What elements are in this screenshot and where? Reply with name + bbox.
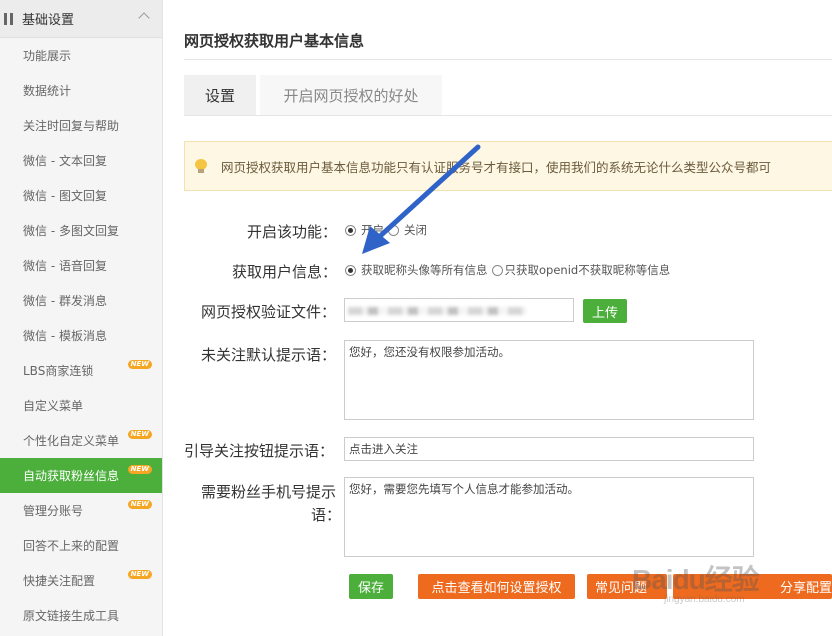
sidebar-section-title: 基础设置 (22, 13, 75, 28)
upload-button[interactable]: 上传 (583, 299, 627, 323)
sidebar-item-label: LBS商家连锁 (23, 364, 94, 378)
page-title: 网页授权获取用户基本信息 (184, 32, 365, 50)
verify-file-label: 网页授权验证文件： (201, 303, 337, 321)
new-badge: NEW (127, 465, 152, 474)
sidebar-item[interactable]: 快捷关注配置 NEW (0, 563, 162, 598)
chevron-up-icon[interactable] (138, 12, 150, 24)
fetch-openid-label: 只获取openid不获取昵称等信息 (504, 263, 671, 277)
sidebar-item[interactable]: 微信 - 图文回复 (0, 178, 162, 213)
enable-off-radio[interactable] (388, 224, 399, 236)
sidebar-item[interactable]: 管理分账号 NEW (0, 493, 162, 528)
fetch-all-label: 获取昵称头像等所有信息 (361, 263, 488, 277)
enable-label: 开启该功能： (247, 223, 338, 241)
watermark-logo: Baidu经验 (632, 564, 760, 595)
sidebar-item[interactable]: 原文链接生成工具 (0, 598, 162, 633)
sidebar-item[interactable]: LBS商家连锁 NEW (0, 353, 162, 388)
sidebar-item-label: 自定义菜单 (23, 399, 84, 413)
unfollow-prompt-label: 未关注默认提示语： (201, 346, 337, 364)
phone-prompt-label-line1: 需要粉丝手机号提示 (201, 483, 337, 501)
sidebar-item-label: 微信 - 语音回复 (23, 259, 107, 273)
lightbulb-icon (195, 158, 207, 174)
settings-icon (2, 12, 16, 26)
new-badge: NEW (127, 360, 152, 369)
new-badge: NEW (127, 430, 152, 439)
sidebar-item-label: 个性化自定义菜单 (23, 434, 120, 448)
sidebar: 基础设置 功能展示数据统计关注时回复与帮助 微信 - 文本回复 微信 - 图文回复微… (0, 0, 163, 636)
tab-benefits[interactable]: 开启网页授权的好处 (260, 75, 442, 115)
tab-settings[interactable]: 设置 (184, 75, 256, 115)
howto-button[interactable]: 点击查看如何设置授权 (418, 574, 575, 599)
sidebar-item-label: 微信 - 群发消息 (23, 294, 107, 308)
guide-button-input[interactable]: 点击进入关注 (344, 437, 754, 461)
sidebar-item-label: 关注时回复与帮助 (23, 119, 120, 133)
fetch-all-radio[interactable] (345, 264, 356, 276)
enable-on-radio[interactable] (345, 224, 356, 236)
sidebar-item-label: 微信 - 多图文回复 (23, 224, 119, 238)
sidebar-item[interactable]: 微信 - 文本回复 (0, 143, 162, 178)
sidebar-item-label: 微信 - 文本回复 (23, 154, 107, 168)
main-panel: 网页授权获取用户基本信息 设置 开启网页授权的好处 网页授权获取用户基本信息功能… (163, 0, 832, 636)
fetch-label: 获取用户信息： (232, 263, 338, 281)
sidebar-item-label: 数据统计 (23, 84, 72, 98)
enable-on-label: 开启 (361, 223, 384, 237)
enable-radio-group: 开启 关闭 (345, 222, 431, 238)
sidebar-item[interactable]: 微信 - 语音回复 (0, 248, 162, 283)
tab-divider (184, 115, 832, 116)
sidebar-item-label: 回答不上来的配置 (23, 539, 120, 553)
fetch-radio-group: 获取昵称头像等所有信息 只获取openid不获取昵称等信息 (345, 262, 674, 278)
sidebar-item[interactable]: 数据统计 (0, 73, 162, 108)
redacted-filename (348, 307, 526, 315)
sidebar-item-label: 快捷关注配置 (23, 574, 96, 588)
sidebar-item[interactable]: 微信 - 多图文回复 (0, 213, 162, 248)
watermark-url: jingyan.baidu.com (664, 594, 745, 605)
notice-text: 网页授权获取用户基本信息功能只有认证服务号才有接口，使用我们的系统无论什么类型公… (221, 159, 772, 175)
guide-button-label: 引导关注按钮提示语： (184, 442, 335, 460)
sidebar-item[interactable]: 个性化自定义菜单 NEW (0, 423, 162, 458)
phone-prompt-textarea[interactable]: 您好，需要您先填写个人信息才能参加活动。 (344, 477, 754, 557)
phone-prompt-label-line2: 语： (311, 506, 342, 524)
notice-banner: 网页授权获取用户基本信息功能只有认证服务号才有接口，使用我们的系统无论什么类型公… (184, 141, 832, 191)
sidebar-item-label: 微信 - 模板消息 (23, 329, 107, 343)
sidebar-item[interactable]: 关注时回复与帮助 (0, 108, 162, 143)
sidebar-item[interactable]: 回答不上来的配置 (0, 528, 162, 563)
sidebar-item[interactable]: 自动获取粉丝信息 NEW (0, 458, 162, 493)
sidebar-item[interactable]: 微信 - 群发消息 (0, 283, 162, 318)
sidebar-item[interactable]: 功能展示 (0, 38, 162, 73)
save-button[interactable]: 保存 (349, 574, 393, 599)
fetch-openid-radio[interactable] (491, 264, 503, 276)
app-root: 基础设置 功能展示数据统计关注时回复与帮助 微信 - 文本回复 微信 - 图文回复微… (0, 0, 832, 636)
title-divider (184, 59, 832, 60)
unfollow-prompt-textarea[interactable]: 您好，您还没有权限参加活动。 (344, 340, 754, 420)
watermark: Baidu经验 jingyan.baidu.com (632, 548, 832, 608)
sidebar-item-label: 管理分账号 (23, 504, 84, 518)
sidebar-item-label: 自动获取粉丝信息 (23, 469, 120, 483)
sidebar-menu: 功能展示数据统计关注时回复与帮助 微信 - 文本回复 微信 - 图文回复 微信 - 多… (0, 38, 162, 633)
sidebar-item-label: 原文链接生成工具 (23, 609, 120, 623)
sidebar-item[interactable]: 自定义菜单 (0, 388, 162, 423)
sidebar-item[interactable]: 微信 - 模板消息 (0, 318, 162, 353)
sidebar-item-label: 微信 - 图文回复 (23, 189, 107, 203)
sidebar-section-header[interactable]: 基础设置 (0, 0, 162, 38)
new-badge: NEW (127, 570, 152, 579)
enable-off-label: 关闭 (404, 223, 427, 237)
sidebar-item-label: 功能展示 (23, 49, 72, 63)
tab-bar: 设置 开启网页授权的好处 (184, 75, 446, 115)
new-badge: NEW (127, 500, 152, 509)
